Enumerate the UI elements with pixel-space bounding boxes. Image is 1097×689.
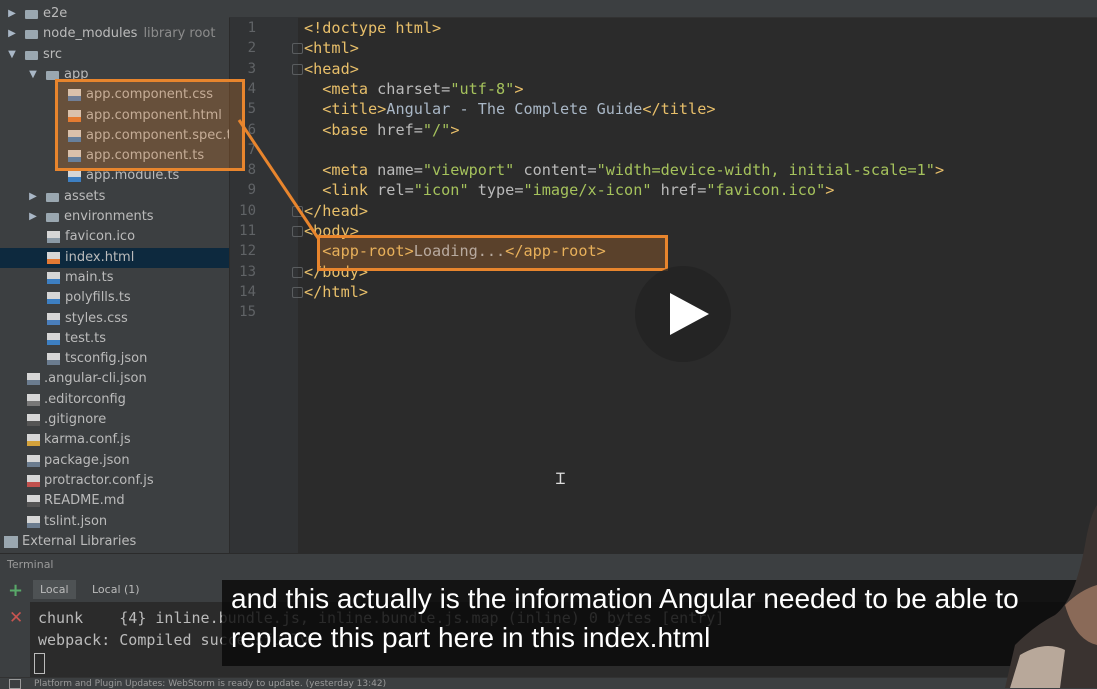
terminal-cursor xyxy=(34,653,45,674)
play-button[interactable] xyxy=(635,266,731,362)
play-icon xyxy=(670,293,709,335)
close-terminal-icon[interactable]: ✕ xyxy=(9,608,23,628)
terminal-tab-local[interactable]: Local xyxy=(33,580,76,599)
video-subtitle: and this actually is the information Ang… xyxy=(222,580,1097,666)
terminal-title: Terminal xyxy=(7,558,54,571)
subtitle-line-1: and this actually is the information Ang… xyxy=(231,583,1019,614)
terminal-tab-local-1[interactable]: Local (1) xyxy=(85,580,147,599)
terminal-toolbar: + ✕ xyxy=(0,577,30,677)
add-terminal-icon[interactable]: + xyxy=(8,580,23,601)
subtitle-line-2: replace this part here in this index.htm… xyxy=(231,622,711,653)
presenter-video xyxy=(1005,505,1097,688)
terminal-header: Terminal xyxy=(0,553,1097,577)
status-bar: Platform and Plugin Updates: WebStorm is… xyxy=(0,677,1097,689)
text-cursor-icon: Ɪ xyxy=(556,469,565,488)
